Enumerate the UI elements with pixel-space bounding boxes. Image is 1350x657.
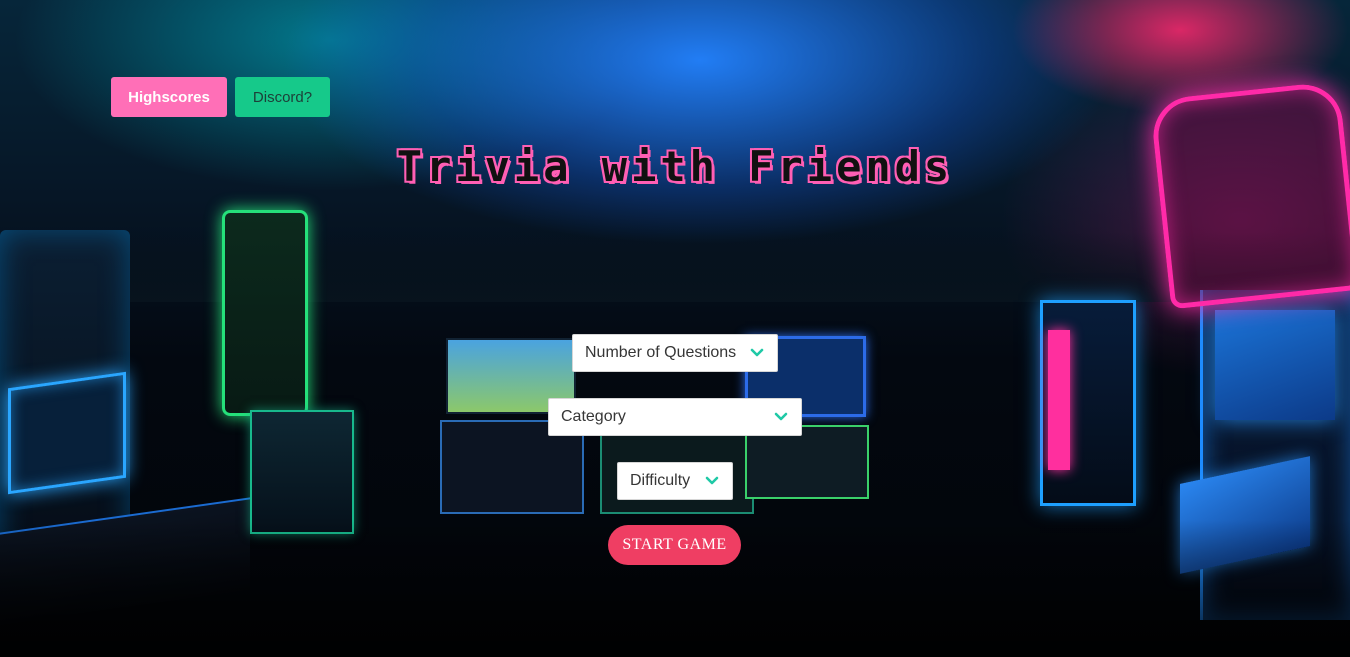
highscores-button[interactable]: Highscores	[111, 77, 227, 117]
arcade-screen-far-right	[1215, 310, 1335, 420]
arcade-cabinet-middle-right	[745, 425, 869, 499]
monopoly-cabinet	[222, 210, 308, 416]
category-value: Category	[561, 408, 626, 425]
monopoly-cabinet-base	[250, 410, 354, 534]
difficulty-value: Difficulty	[630, 472, 691, 489]
category-select[interactable]: Category	[548, 398, 802, 436]
discord-button[interactable]: Discord?	[235, 77, 330, 117]
difficulty-select[interactable]: Difficulty	[617, 462, 733, 500]
ceiling-band	[0, 232, 1350, 302]
hot-spot-neon-sign	[1149, 80, 1350, 310]
number-of-questions-select[interactable]: Number of Questions	[572, 334, 778, 372]
arcade-screen-left	[8, 371, 126, 495]
chevron-down-icon	[773, 409, 789, 425]
chevron-down-icon	[704, 473, 720, 489]
number-of-questions-value: Number of Questions	[585, 344, 737, 361]
chevron-down-icon	[749, 345, 765, 361]
arcade-background: Highscores Discord? Trivia with Friends …	[0, 0, 1350, 657]
start-game-button[interactable]: START GAME	[608, 525, 741, 565]
page-title: Trivia with Friends	[396, 142, 954, 191]
neon-strip-pink	[1048, 330, 1070, 470]
